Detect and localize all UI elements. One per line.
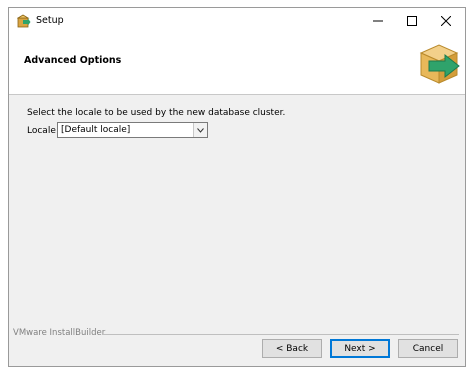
header-band: Advanced Options xyxy=(9,34,465,95)
footer-divider xyxy=(102,334,459,335)
maximize-button[interactable] xyxy=(395,8,429,34)
maximize-icon xyxy=(407,16,417,26)
locale-label: Locale xyxy=(27,126,56,136)
close-icon xyxy=(441,16,451,26)
locale-selected-value: [Default locale] xyxy=(61,125,131,135)
dropdown-arrow[interactable] xyxy=(193,123,207,137)
page-title: Advanced Options xyxy=(24,55,122,66)
install-box-icon xyxy=(419,44,460,84)
close-button[interactable] xyxy=(429,8,463,34)
minimize-button[interactable] xyxy=(361,8,395,34)
next-button[interactable]: Next > xyxy=(330,339,390,358)
title-bar[interactable]: Setup xyxy=(9,8,465,34)
cancel-button[interactable]: Cancel xyxy=(398,339,458,358)
chevron-down-icon xyxy=(197,127,204,133)
window-title: Setup xyxy=(36,15,64,26)
setup-window: Setup Advanced Options Select the locale… xyxy=(8,7,466,367)
setup-app-icon xyxy=(17,14,31,28)
locale-prompt: Select the locale to be used by the new … xyxy=(27,108,286,118)
minimize-icon xyxy=(373,20,383,22)
locale-dropdown[interactable]: [Default locale] xyxy=(57,122,208,138)
back-button[interactable]: < Back xyxy=(262,339,322,358)
installer-branding: VMware InstallBuilder xyxy=(13,328,106,338)
